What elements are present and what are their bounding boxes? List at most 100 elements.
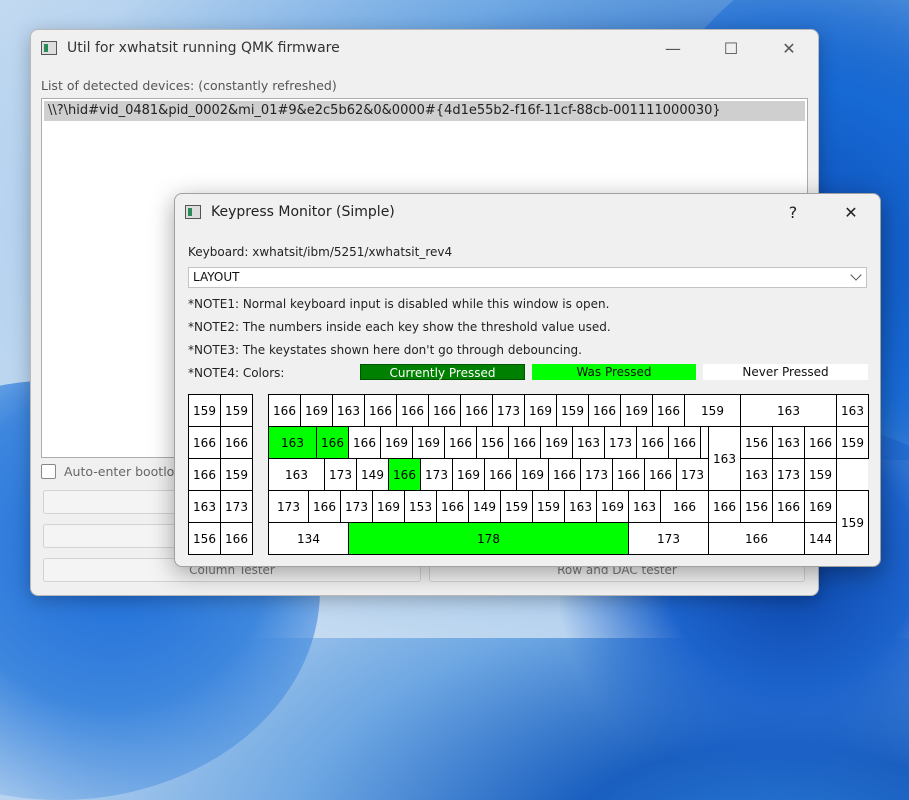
- key: 166: [652, 394, 685, 427]
- key: 169: [412, 426, 445, 459]
- key: 159: [836, 426, 869, 459]
- note-3: *NOTE3: The keystates shown here don't g…: [188, 343, 582, 357]
- layout-dropdown-value: LAYOUT: [193, 270, 240, 284]
- key: 149: [356, 458, 389, 491]
- key: 173: [676, 458, 709, 491]
- key: 166: [708, 490, 741, 523]
- key: 163: [564, 490, 597, 523]
- key: 173: [220, 490, 253, 523]
- key: 166: [548, 458, 581, 491]
- key: 166: [444, 426, 477, 459]
- key: 166: [396, 394, 429, 427]
- devices-label: List of detected devices: (constantly re…: [41, 78, 337, 93]
- key: 134: [268, 522, 349, 555]
- dialog-close-icon[interactable]: ✕: [822, 194, 880, 230]
- auto-enter-bootloader-option[interactable]: Auto-enter bootloa: [41, 464, 182, 479]
- key: 159: [220, 458, 253, 491]
- key: 159: [804, 458, 837, 491]
- key: 163: [772, 426, 805, 459]
- key: 163: [268, 458, 325, 491]
- key: 169: [380, 426, 413, 459]
- key: 159: [188, 394, 221, 427]
- legend-never-pressed: Never Pressed: [703, 364, 868, 380]
- key: 159: [500, 490, 533, 523]
- key: 173: [604, 426, 637, 459]
- key: 169: [452, 458, 485, 491]
- legend-was-pressed: Was Pressed: [532, 364, 696, 380]
- key: 163: [740, 394, 837, 427]
- key: 163: [268, 426, 317, 459]
- key: 166: [348, 426, 381, 459]
- key: 166: [364, 394, 397, 427]
- key: 163: [628, 490, 661, 523]
- key: 159: [220, 394, 253, 427]
- auto-enter-label: Auto-enter bootloa: [64, 464, 182, 479]
- key: 163: [188, 490, 221, 523]
- key: 178: [348, 522, 629, 555]
- dialog-titlebar[interactable]: Keypress Monitor (Simple) ? ✕: [175, 194, 880, 230]
- key: 166: [460, 394, 493, 427]
- key: 163: [708, 426, 741, 491]
- key: 159: [556, 394, 589, 427]
- key: 144: [804, 522, 837, 555]
- dialog-app-icon: [185, 205, 201, 219]
- key: 173: [268, 490, 309, 523]
- key: 173: [324, 458, 357, 491]
- key: 173: [340, 490, 373, 523]
- key: 166: [428, 394, 461, 427]
- key: 166: [188, 426, 221, 459]
- key: 166: [708, 522, 805, 555]
- key: 163: [836, 394, 869, 427]
- app-icon: [41, 41, 57, 55]
- keyboard-label: Keyboard: xwhatsit/ibm/5251/xwhatsit_rev…: [188, 245, 453, 259]
- device-list-item[interactable]: \\?\hid#vid_0481&pid_0002&mi_01#9&e2c5b6…: [44, 101, 805, 121]
- key: 153: [404, 490, 437, 523]
- key: 173: [420, 458, 453, 491]
- close-icon[interactable]: ✕: [760, 30, 818, 66]
- main-window-title: Util for xwhatsit running QMK firmware: [67, 40, 340, 56]
- note-4: *NOTE4: Colors:: [188, 366, 285, 380]
- key: 166: [588, 394, 621, 427]
- key: 169: [540, 426, 573, 459]
- key: 166: [268, 394, 301, 427]
- key: 156: [740, 426, 773, 459]
- key: 166: [644, 458, 677, 491]
- key: 166: [668, 426, 701, 459]
- key-gap: [700, 426, 709, 459]
- key: 156: [740, 490, 773, 523]
- dialog-title: Keypress Monitor (Simple): [211, 204, 395, 220]
- help-icon[interactable]: ?: [764, 194, 822, 230]
- key: 173: [772, 458, 805, 491]
- key: 173: [492, 394, 525, 427]
- layout-dropdown[interactable]: LAYOUT: [188, 267, 867, 288]
- key: 166: [220, 522, 253, 555]
- key: 166: [636, 426, 669, 459]
- note-1: *NOTE1: Normal keyboard input is disable…: [188, 297, 610, 311]
- key: 166: [484, 458, 517, 491]
- minimize-icon[interactable]: —: [644, 30, 702, 66]
- key: 166: [220, 426, 253, 459]
- key: 166: [772, 490, 805, 523]
- key: 166: [188, 458, 221, 491]
- key: 169: [596, 490, 629, 523]
- keypress-monitor-dialog: Keypress Monitor (Simple) ? ✕ Keyboard: …: [174, 193, 881, 567]
- key: 159: [836, 490, 869, 555]
- chevron-down-icon: [850, 269, 862, 281]
- key: 173: [628, 522, 709, 555]
- key: 169: [300, 394, 333, 427]
- note-2: *NOTE2: The numbers inside each key show…: [188, 320, 611, 334]
- legend-currently-pressed: Currently Pressed: [360, 364, 525, 380]
- key: 166: [316, 426, 349, 459]
- key: 156: [476, 426, 509, 459]
- main-titlebar[interactable]: Util for xwhatsit running QMK firmware —…: [31, 30, 818, 66]
- key: 159: [532, 490, 565, 523]
- maximize-icon[interactable]: ☐: [702, 30, 760, 66]
- key: 166: [508, 426, 541, 459]
- key: 169: [372, 490, 405, 523]
- key: 173: [580, 458, 613, 491]
- key: 169: [524, 394, 557, 427]
- key: 166: [308, 490, 341, 523]
- key: 169: [516, 458, 549, 491]
- auto-enter-checkbox[interactable]: [41, 464, 56, 479]
- key: 166: [388, 458, 421, 491]
